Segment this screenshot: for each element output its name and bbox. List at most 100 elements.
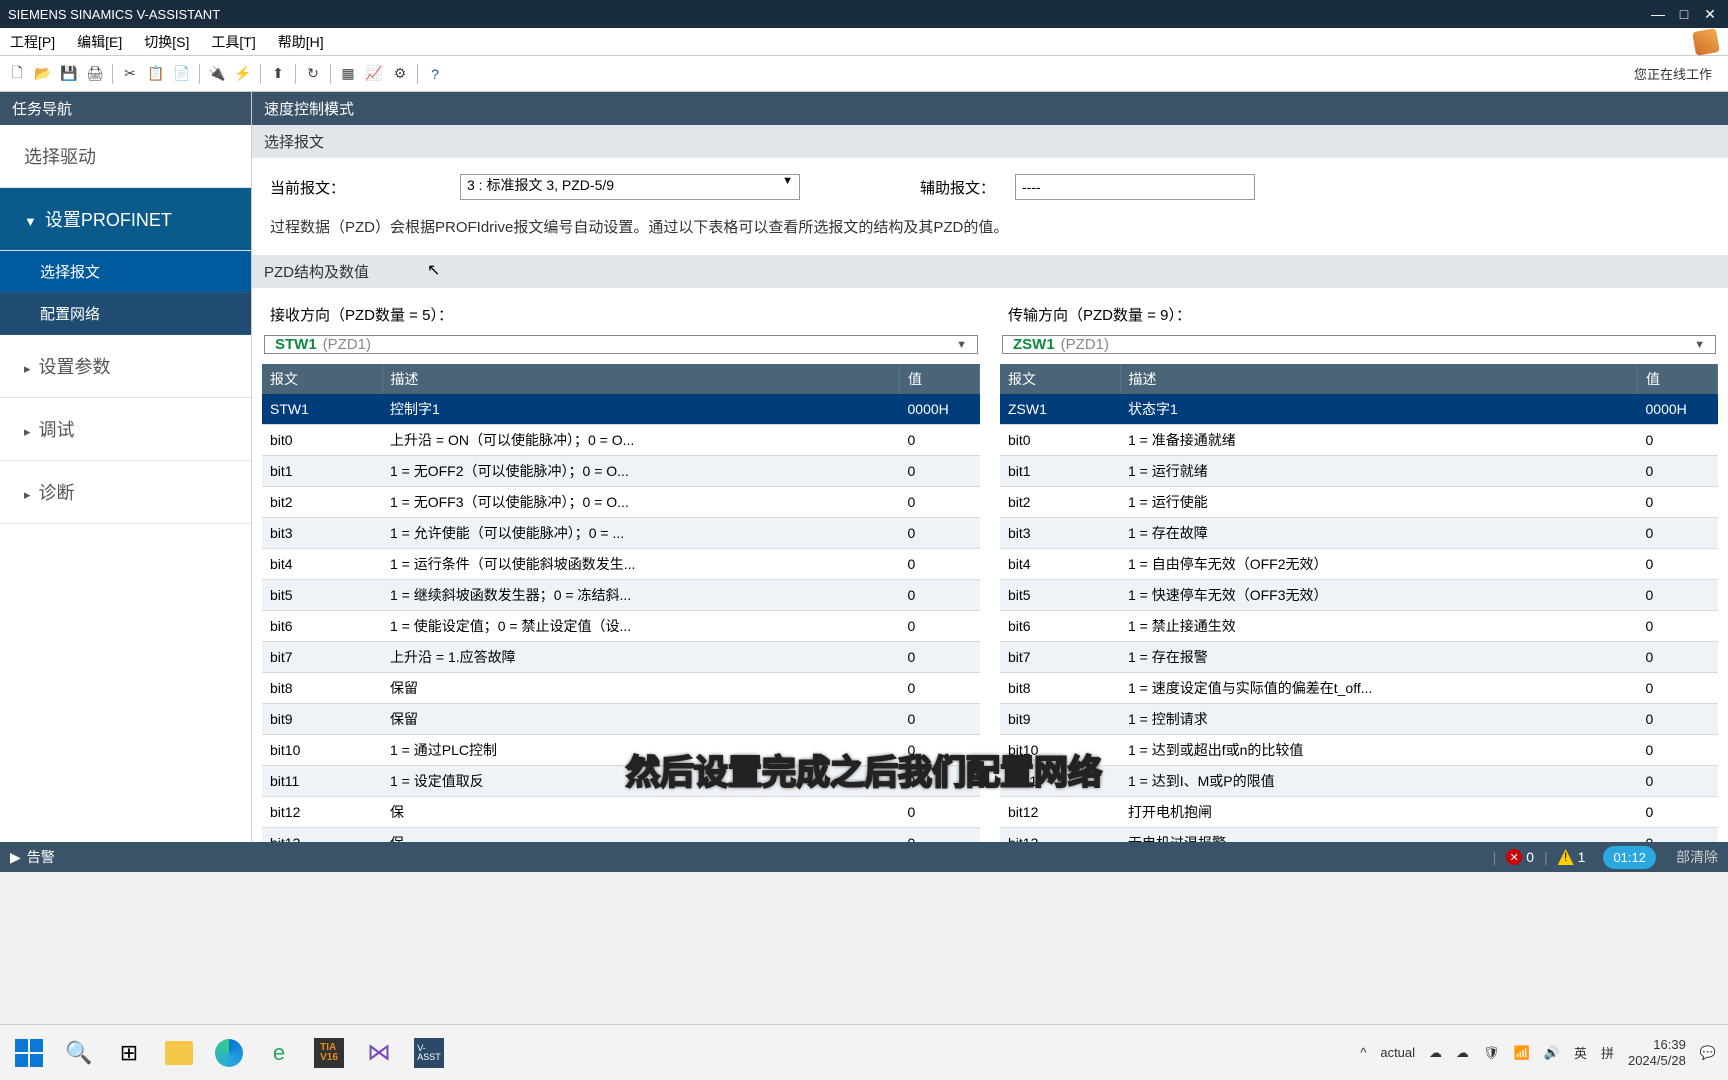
table-row[interactable]: bit111 = 达到I、M或P的限值0	[1000, 766, 1718, 797]
ime-lang[interactable]: 英	[1574, 1043, 1587, 1062]
table-row[interactable]: bit71 = 存在报警0	[1000, 642, 1718, 673]
table-row[interactable]: bit7上升沿 = 1.应答故障0	[262, 642, 980, 673]
connection-plug-icon	[1692, 28, 1720, 56]
windows-taskbar: 🔍 ⊞ e TIAV16 ⋈ V-ASST ^ actual ☁ ☁ 🛡 📶 🔊…	[0, 1024, 1728, 1080]
table-row[interactable]: bit0上升沿 = ON（可以使能脉冲）；0 = O...0	[262, 425, 980, 456]
browser-icon[interactable]: e	[262, 1036, 296, 1070]
table-row[interactable]: bit81 = 速度设定值与实际值的偏差在t_off...0	[1000, 673, 1718, 704]
table-row[interactable]: bit21 = 运行使能0	[1000, 487, 1718, 518]
maximize-icon[interactable]: □	[1674, 4, 1694, 24]
table-row[interactable]: bit41 = 运行条件（可以使能斜坡函数发生...0	[262, 549, 980, 580]
table-row[interactable]: bit01 = 准备接通就绪0	[1000, 425, 1718, 456]
clear-button[interactable]: 部清除	[1676, 847, 1718, 867]
sidebar-select-drive[interactable]: 选择驱动	[0, 125, 251, 188]
menu-tools[interactable]: 工具[T]	[211, 32, 255, 52]
visual-studio-icon[interactable]: ⋈	[362, 1036, 396, 1070]
aux-telegram-field[interactable]: ----	[1015, 174, 1255, 200]
table-row[interactable]: bit61 = 禁止接通生效0	[1000, 611, 1718, 642]
start-button[interactable]	[12, 1036, 46, 1070]
open-icon[interactable]: 📂	[32, 63, 54, 85]
table-row[interactable]: bit91 = 控制请求0	[1000, 704, 1718, 735]
sidebar-set-params[interactable]: ▸设置参数	[0, 335, 251, 398]
current-telegram-select[interactable]: 3 : 标准报文 3, PZD-5/9▼	[460, 174, 800, 200]
v-assistant-icon[interactable]: V-ASST	[412, 1036, 446, 1070]
table-row[interactable]: bit101 = 达到或超出f或n的比较值0	[1000, 735, 1718, 766]
table-icon[interactable]: ▦	[337, 63, 359, 85]
ime-mode[interactable]: 拼	[1601, 1043, 1614, 1062]
table-row[interactable]: bit51 = 快速停车无效（OFF3无效）0	[1000, 580, 1718, 611]
sidebar-set-profinet[interactable]: ▼设置PROFINET	[0, 188, 251, 251]
th-value: 值	[1638, 364, 1718, 394]
disconnect-icon[interactable]: ⚡	[232, 63, 254, 85]
toolbar: 🗋 📂 💾 🖨 ✂ 📋 📄 🔌 ⚡ ⬆ ↻ ▦ 📈 ⚙ ? 您正在线工作	[0, 56, 1728, 92]
tray-chevron-icon[interactable]: ^	[1360, 1045, 1366, 1060]
notification-icon[interactable]: 💬	[1700, 1045, 1716, 1061]
table-row[interactable]: bit31 = 允许使能（可以使能脉冲）；0 = ...0	[262, 518, 980, 549]
table-row[interactable]: bit12打开电机抱闸0	[1000, 797, 1718, 828]
chevron-down-icon: ▼	[782, 175, 793, 187]
alarm-expand-icon[interactable]: ▶	[10, 849, 21, 866]
table-row[interactable]: bit61 = 使能设定值；0 = 禁止设定值（设...0	[262, 611, 980, 642]
sidebar-diagnosis[interactable]: ▸诊断	[0, 461, 251, 524]
table-row[interactable]: bit31 = 存在故障0	[1000, 518, 1718, 549]
table-row[interactable]: bit8保留0	[262, 673, 980, 704]
copy-icon[interactable]: 📋	[145, 63, 167, 85]
menu-help[interactable]: 帮助[H]	[278, 32, 324, 52]
wifi-icon[interactable]: 📶	[1514, 1045, 1530, 1061]
pzd-struct-header: PZD结构及数值 ↖	[252, 255, 1728, 288]
tia-portal-icon[interactable]: TIAV16	[312, 1036, 346, 1070]
cut-icon[interactable]: ✂	[119, 63, 141, 85]
chevron-right-icon: ▸	[24, 361, 31, 377]
th-description: 描述	[1120, 364, 1638, 394]
table-row[interactable]: STW1控制字10000H	[262, 394, 980, 425]
th-telegram: 报文	[262, 364, 382, 394]
app-title: SIEMENS SINAMICS V-ASSISTANT	[8, 7, 220, 22]
menu-switch[interactable]: 切换[S]	[144, 32, 189, 52]
table-row[interactable]: bit41 = 自由停车无效（OFF2无效）0	[1000, 549, 1718, 580]
table-row[interactable]: bit11 = 无OFF2（可以使能脉冲）；0 = O...0	[262, 456, 980, 487]
save-icon[interactable]: 💾	[58, 63, 80, 85]
security-icon[interactable]: 🛡	[1483, 1045, 1500, 1061]
table-row[interactable]: bit13保0	[262, 828, 980, 843]
search-icon[interactable]: 🔍	[62, 1036, 96, 1070]
refresh-icon[interactable]: ↻	[302, 63, 324, 85]
minimize-icon[interactable]: —	[1648, 4, 1668, 24]
task-view-icon[interactable]: ⊞	[112, 1036, 146, 1070]
table-row[interactable]: bit13无电机过温报警0	[1000, 828, 1718, 843]
send-pzd-select[interactable]: ZSW1(PZD1)▼	[1002, 335, 1716, 354]
table-row[interactable]: bit21 = 无OFF3（可以使能脉冲）；0 = O...0	[262, 487, 980, 518]
sidebar-debug[interactable]: ▸调试	[0, 398, 251, 461]
volume-icon[interactable]: 🔊	[1544, 1045, 1560, 1061]
chart-icon[interactable]: 📈	[363, 63, 385, 85]
upload-icon[interactable]: ⬆	[267, 63, 289, 85]
paste-icon[interactable]: 📄	[171, 63, 193, 85]
table-row[interactable]: bit12保0	[262, 797, 980, 828]
new-icon[interactable]: 🗋	[6, 63, 28, 85]
recv-pzd-select[interactable]: STW1(PZD1)▼	[264, 335, 978, 354]
table-row[interactable]: bit11 = 运行就绪0	[1000, 456, 1718, 487]
menu-edit[interactable]: 编辑[E]	[77, 32, 122, 52]
close-icon[interactable]: ✕	[1700, 4, 1720, 24]
weather-icon[interactable]: ☁	[1429, 1045, 1442, 1061]
table-row[interactable]: bit51 = 继续斜坡函数发生器；0 = 冻结斜...0	[262, 580, 980, 611]
table-row[interactable]: ZSW1状态字10000H	[1000, 394, 1718, 425]
video-subtitle: 然后设置完成之后我们配置网络	[626, 745, 1102, 794]
help-icon[interactable]: ?	[424, 63, 446, 85]
th-description: 描述	[382, 364, 900, 394]
warning-icon: !	[1558, 849, 1574, 865]
settings-icon[interactable]: ⚙	[389, 63, 411, 85]
table-row[interactable]: bit9保留0	[262, 704, 980, 735]
print-icon[interactable]: 🖨	[84, 63, 106, 85]
alarm-bar: ▶ 告警 | ✕0 | !1 01:12 部清除	[0, 842, 1728, 872]
sidebar-config-network[interactable]: 配置网络	[0, 293, 251, 335]
clock[interactable]: 16:39 2024/5/28	[1628, 1037, 1686, 1068]
edge-icon[interactable]	[212, 1036, 246, 1070]
sidebar-select-telegram[interactable]: 选择报文	[0, 251, 251, 293]
explorer-icon[interactable]	[162, 1036, 196, 1070]
error-icon: ✕	[1506, 849, 1522, 865]
cursor-icon: ↖	[427, 260, 440, 280]
onedrive-icon[interactable]: ☁	[1456, 1045, 1469, 1061]
connect-icon[interactable]: 🔌	[206, 63, 228, 85]
menu-project[interactable]: 工程[P]	[10, 32, 55, 52]
chevron-right-icon: ▸	[24, 424, 31, 440]
